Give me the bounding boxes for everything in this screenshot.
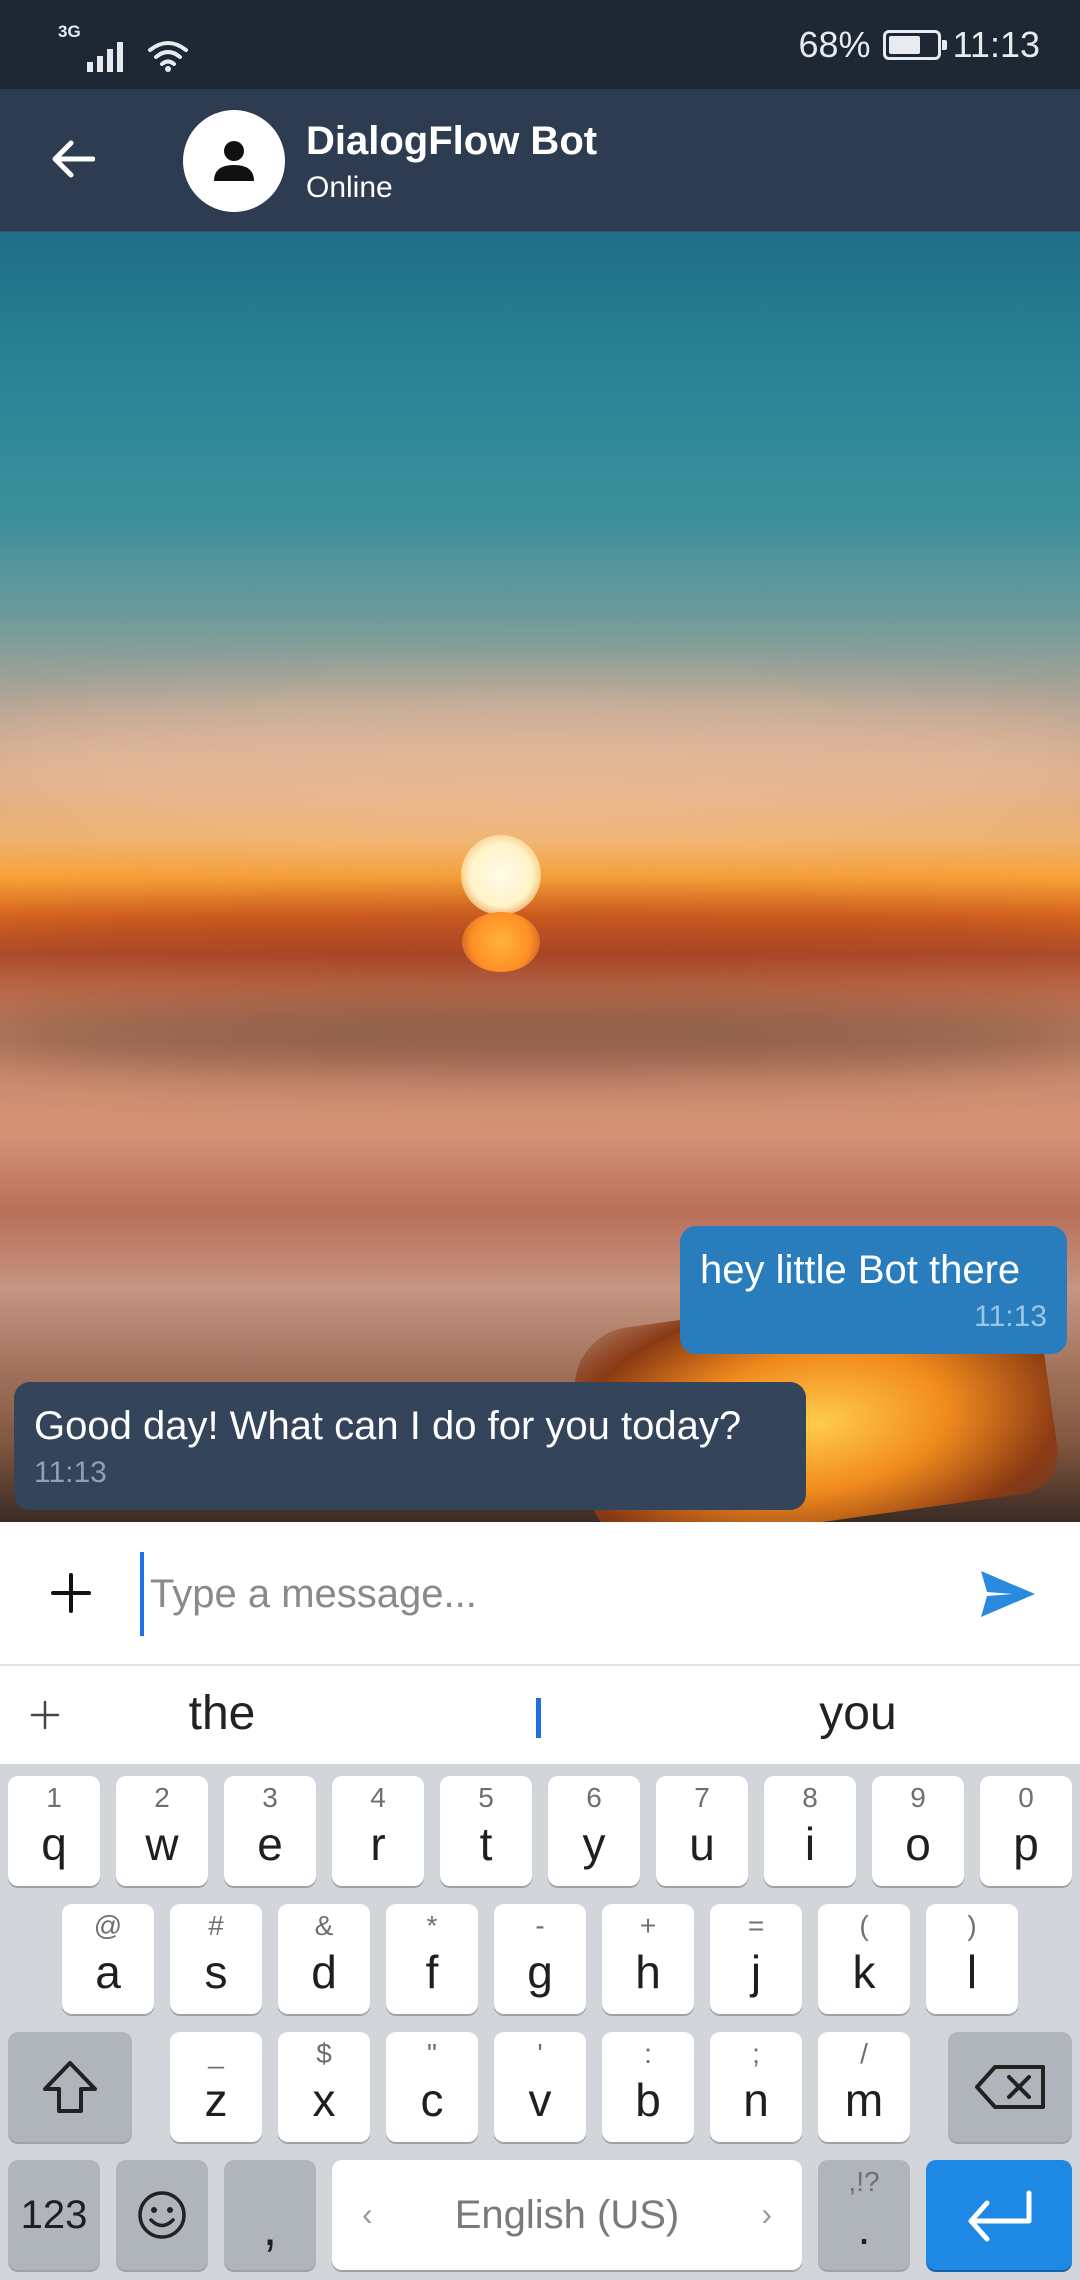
status-right: 68% 11:13: [799, 22, 1040, 68]
key-b[interactable]: :b: [602, 2032, 694, 2142]
backspace-icon: [975, 2065, 1045, 2109]
key-g[interactable]: -g: [494, 1904, 586, 2014]
key-m[interactable]: / m: [818, 2032, 910, 2142]
send-button[interactable]: [975, 1564, 1041, 1624]
emoji-key[interactable]: [116, 2160, 208, 2270]
suggestion-word[interactable]: you: [758, 1686, 958, 1741]
key-t[interactable]: 5t: [440, 1776, 532, 1886]
signal-icon: [86, 42, 123, 72]
message-bubble-user[interactable]: hey little Bot there 11:13: [680, 1226, 1067, 1354]
chat-header: DialogFlow Bot Online: [0, 89, 1080, 232]
message-time: 11:13: [34, 1456, 107, 1489]
keyboard: 1q 2w 3e 4r 5t 6y 7u 8i 9o 0p @ a # s & d *…: [0, 1764, 1080, 2280]
chevron-right-icon: ›: [761, 2196, 772, 2232]
bg-band: [0, 1002, 1080, 1072]
key-o[interactable]: 9o: [872, 1776, 964, 1886]
key-e[interactable]: 3e: [224, 1776, 316, 1886]
message-composer: [0, 1522, 1080, 1666]
shift-key[interactable]: [8, 2032, 132, 2142]
emoji-icon: [138, 2191, 186, 2239]
key-p[interactable]: 0p: [980, 1776, 1072, 1886]
status-left: 3G: [58, 22, 189, 72]
key-q[interactable]: 1q: [8, 1776, 100, 1886]
wifi-icon: [147, 41, 188, 72]
message-time: 11:13: [974, 1300, 1047, 1333]
key-h[interactable]: + h: [602, 1904, 694, 2014]
back-button[interactable]: [38, 125, 106, 193]
key-r[interactable]: 4r: [332, 1776, 424, 1886]
avatar[interactable]: [183, 110, 285, 212]
key-d[interactable]: & d: [278, 1904, 370, 2014]
enter-key[interactable]: [926, 2160, 1072, 2270]
bg-band: [0, 902, 1080, 962]
clock: 11:13: [952, 24, 1040, 65]
key-a[interactable]: @ a: [62, 1904, 154, 2014]
network-type: 3G: [58, 22, 81, 41]
chevron-left-icon: ‹: [362, 2196, 373, 2232]
key-c[interactable]: " c: [386, 2032, 478, 2142]
key-y[interactable]: 6y: [548, 1776, 640, 1886]
attach-button[interactable]: [40, 1562, 102, 1624]
key-k[interactable]: (k: [818, 1904, 910, 2014]
backspace-key[interactable]: [948, 2032, 1072, 2142]
suggestion-strip: the you: [0, 1666, 1080, 1764]
space-label: English (US): [454, 2192, 680, 2237]
plus-icon: [30, 1700, 60, 1730]
key-l[interactable]: ) l: [926, 1904, 1018, 2014]
enter-icon: [968, 2190, 1032, 2242]
key-x[interactable]: $ x: [278, 2032, 370, 2142]
message-bubble-bot[interactable]: Good day! What can I do for you today? 1…: [14, 1382, 806, 1510]
key-s[interactable]: # s: [170, 1904, 262, 2014]
space-key[interactable]: ‹ English (US) ›: [332, 2160, 802, 2270]
arrow-left-icon: [52, 140, 95, 178]
battery-percent: 68%: [798, 24, 871, 65]
key-v[interactable]: ' v: [494, 2032, 586, 2142]
key-j[interactable]: = j: [710, 1904, 802, 2014]
send-icon: [981, 1571, 1035, 1617]
key-i[interactable]: 8i: [764, 1776, 856, 1886]
suggestion-word[interactable]: the: [122, 1686, 322, 1741]
period-key[interactable]: ,!?.: [818, 2160, 910, 2270]
key-f[interactable]: * f: [386, 1904, 478, 2014]
app-root: 3G 68% 11:13 DialogFlow Bot Online hey l…: [0, 0, 1080, 2280]
numbers-key[interactable]: 123: [8, 2160, 100, 2270]
bg-sun-reflection: [462, 912, 540, 972]
chat-status: Online: [306, 171, 393, 204]
bg-sun: [461, 835, 541, 915]
key-u[interactable]: 7u: [656, 1776, 748, 1886]
status-bar: 3G 68% 11:13: [0, 0, 1080, 89]
message-input[interactable]: [140, 1552, 940, 1636]
shift-icon: [43, 2061, 97, 2113]
message-text: Good day! What can I do for you today?: [34, 1404, 742, 1448]
message-text: hey little Bot there: [700, 1248, 1021, 1292]
battery-icon: [882, 30, 947, 60]
plus-icon: [51, 1573, 91, 1613]
chat-title: DialogFlow Bot: [306, 119, 598, 163]
suggestion-word[interactable]: [536, 1698, 541, 1738]
bg-haze: [0, 692, 1080, 832]
key-n[interactable]: ; n: [710, 2032, 802, 2142]
comma-key[interactable]: ,: [224, 2160, 316, 2270]
person-icon: [214, 141, 254, 181]
key-z[interactable]: _ z: [170, 2032, 262, 2142]
suggestion-plus-button[interactable]: [22, 1692, 68, 1738]
key-w[interactable]: 2w: [116, 1776, 208, 1886]
